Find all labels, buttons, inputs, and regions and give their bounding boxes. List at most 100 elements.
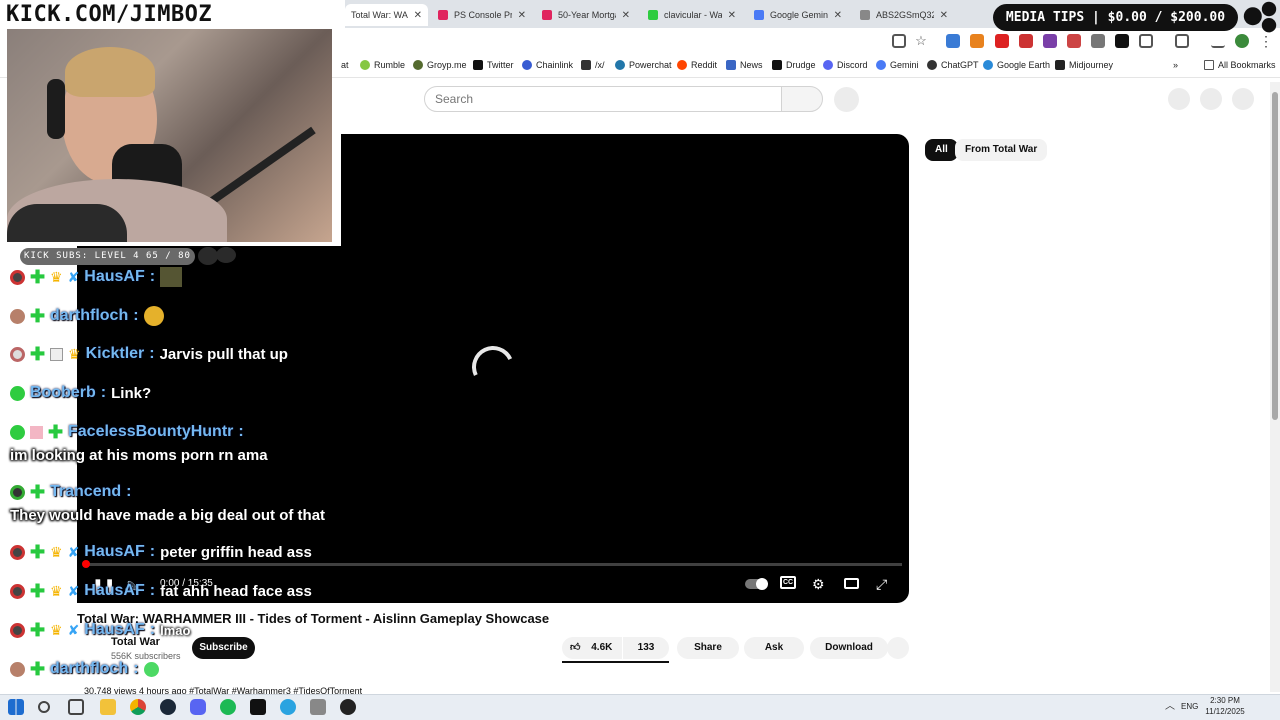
channel-url: KICK.COM/JIMBOZ — [6, 2, 213, 27]
extension-purple-icon[interactable] — [1043, 34, 1057, 48]
close-icon[interactable]: ✕ — [834, 10, 842, 21]
bookmark-discord[interactable]: Discord — [823, 60, 868, 70]
close-icon[interactable]: ✕ — [940, 10, 948, 21]
close-icon[interactable]: ✕ — [622, 10, 630, 21]
tab-gemini[interactable]: Google Gemini ✕ — [748, 4, 848, 26]
comments-button[interactable]: 133 — [623, 637, 669, 659]
more-actions-button[interactable] — [887, 637, 909, 659]
file-explorer-icon[interactable] — [100, 699, 116, 715]
bookmark-x-board[interactable]: /x/ — [581, 60, 605, 70]
extension-car-icon[interactable] — [1067, 34, 1081, 48]
bookmark-twitter[interactable]: Twitter — [473, 60, 514, 70]
scrubber-handle[interactable] — [82, 560, 90, 568]
chat-message: Booberb: Link? — [10, 384, 151, 402]
bookmark-google-earth[interactable]: Google Earth — [983, 60, 1050, 70]
shield-icon[interactable] — [995, 34, 1009, 48]
bookmark-news[interactable]: News — [726, 60, 763, 70]
bookmark-groyp[interactable]: Groyp.me — [413, 60, 467, 70]
account-avatar[interactable] — [1232, 88, 1254, 110]
fullscreen-icon[interactable]: ⤢ — [876, 576, 887, 592]
bookmark-rumble[interactable]: Rumble — [360, 60, 405, 70]
bookmark-midjourney[interactable]: Midjourney — [1055, 60, 1113, 70]
youtube-icon — [438, 10, 448, 20]
bookmark-gemini[interactable]: Gemini — [876, 60, 919, 70]
reddit-icon — [677, 60, 687, 70]
chip-all[interactable]: All — [925, 139, 958, 161]
bookmark-reddit[interactable]: Reddit — [677, 60, 717, 70]
close-icon[interactable]: ✕ — [728, 10, 736, 21]
bookmark-chat[interactable]: at — [341, 60, 349, 70]
tab-ps-console[interactable]: PS Console Pre ✕ — [432, 4, 532, 26]
theater-icon[interactable] — [844, 578, 859, 589]
steam-icon[interactable] — [160, 699, 176, 715]
input-language[interactable]: ENG — [1181, 702, 1198, 711]
kick-icon — [648, 10, 658, 20]
tab-abs[interactable]: ABS2GSmQ32i ✕ — [854, 4, 954, 26]
tray-overflow-icon[interactable]: ︿ — [1162, 699, 1178, 715]
search-button[interactable] — [781, 86, 823, 112]
install-icon[interactable] — [892, 34, 906, 48]
bookmark-drudge[interactable]: Drudge — [772, 60, 816, 70]
bookmark-chatgpt[interactable]: ChatGPT — [927, 60, 979, 70]
search-icon[interactable] — [38, 701, 50, 713]
ask-button[interactable]: Ask — [744, 637, 804, 659]
share-button[interactable]: Share — [677, 637, 739, 659]
subscribe-button[interactable]: Subscribe — [192, 637, 255, 659]
tab-title: Total War: WAR — [351, 10, 408, 20]
extension-s-icon[interactable] — [1091, 34, 1105, 48]
close-icon[interactable]: ✕ — [414, 10, 422, 21]
x-logo-icon[interactable] — [1115, 34, 1129, 48]
clock-date[interactable]: 11/12/2025 — [1203, 707, 1247, 716]
search-input[interactable] — [424, 86, 782, 112]
sidepanel-icon[interactable] — [1175, 34, 1189, 48]
create-button[interactable] — [1168, 88, 1190, 110]
settings-icon[interactable]: ⚙ — [812, 576, 825, 592]
extension-red-icon[interactable] — [1019, 34, 1033, 48]
close-icon[interactable]: ✕ — [518, 10, 526, 21]
notifications-button[interactable] — [1200, 88, 1222, 110]
chat-username: Booberb — [30, 384, 96, 401]
channel-name[interactable]: Total War — [111, 636, 160, 648]
like-button[interactable]: 👍︎ 4.6K — [562, 637, 622, 659]
progress-bar[interactable] — [84, 563, 902, 566]
terminal-icon[interactable] — [250, 699, 266, 715]
puzzle-icon[interactable] — [1139, 34, 1153, 48]
all-bookmarks[interactable]: All Bookmarks — [1204, 60, 1276, 70]
discord-icon[interactable] — [190, 699, 206, 715]
mic-button[interactable] — [834, 87, 859, 112]
bookmark-label: Groyp.me — [427, 60, 467, 70]
bookmark-powerchat[interactable]: Powerchat — [615, 60, 672, 70]
tab-youtube[interactable]: Total War: WAR ✕ — [345, 4, 428, 26]
windows-start-icon[interactable] — [8, 699, 24, 715]
download-button[interactable]: Download — [810, 637, 888, 659]
clock-time[interactable]: 2:30 PM — [1207, 696, 1243, 705]
star-icon[interactable]: ☆ — [914, 34, 928, 48]
scrollbar-thumb[interactable] — [1272, 92, 1278, 420]
chrome-icon[interactable] — [130, 699, 146, 715]
tab-clavicular[interactable]: clavicular - Wat ✕ — [642, 4, 742, 26]
plus-badge-icon: ✚ — [30, 305, 46, 326]
chat-text: Link? — [111, 384, 152, 402]
profile-avatar[interactable] — [1235, 34, 1249, 48]
menu-icon[interactable]: ⋮ — [1259, 34, 1273, 48]
telegram-icon[interactable] — [280, 699, 296, 715]
tab-search-icon[interactable] — [1211, 34, 1225, 48]
extension-blue-icon[interactable] — [946, 34, 960, 48]
obs-icon[interactable] — [340, 699, 356, 715]
video-player[interactable] — [341, 134, 909, 603]
plus-badge-icon: ✚ — [30, 541, 46, 562]
task-view-icon[interactable] — [68, 699, 84, 715]
chat-text: im looking at his moms porn rn ama — [10, 447, 268, 464]
bookmark-chainlink[interactable]: Chainlink — [522, 60, 573, 70]
spotify-icon[interactable] — [220, 699, 236, 715]
tab-mortgage[interactable]: 50-Year Mortgag ✕ — [536, 4, 636, 26]
metamask-icon[interactable] — [970, 34, 984, 48]
captions-icon[interactable]: CC — [780, 576, 796, 589]
chat-message: ✚ ♛ ✘ HausAF: fat ahh head face ass — [10, 582, 312, 600]
bookmarks-overflow[interactable]: » — [1173, 60, 1178, 70]
all-bookmarks-label: All Bookmarks — [1218, 60, 1276, 70]
chip-from-channel[interactable]: From Total War — [955, 139, 1048, 161]
app-icon[interactable] — [310, 699, 326, 715]
streamer-hair — [65, 47, 155, 97]
bookmark-label: Powerchat — [629, 60, 672, 70]
